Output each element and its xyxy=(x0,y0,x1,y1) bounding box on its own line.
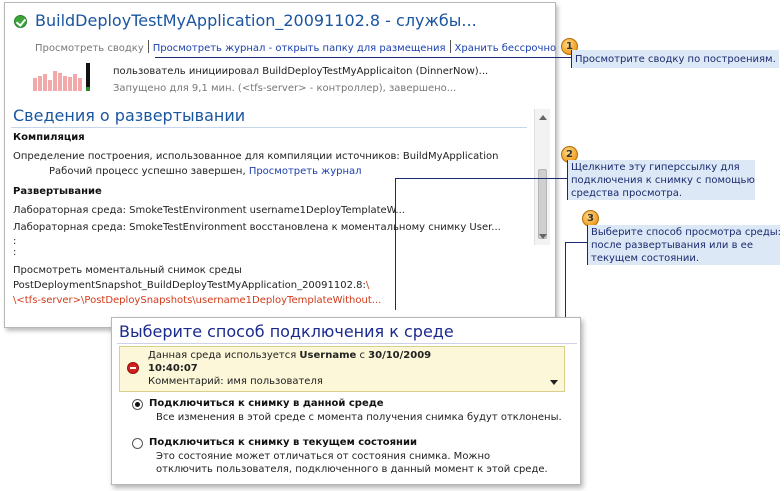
scroll-thumb[interactable] xyxy=(538,169,547,239)
callout-2-connector xyxy=(395,178,396,310)
snapshot-name-line: PostDeploymentSnapshot_BuildDeployTestMy… xyxy=(13,280,369,291)
history-bar[interactable] xyxy=(78,78,82,91)
link-separator xyxy=(449,40,451,53)
callout-2-line-2: подключения к снимку с помощью xyxy=(571,175,755,186)
warning-user: Username xyxy=(299,350,357,361)
history-bar[interactable] xyxy=(33,78,37,91)
history-bar[interactable] xyxy=(58,73,62,91)
snapshot-label: Просмотреть моментальный снимок среды xyxy=(13,265,242,276)
snapshot-path-link[interactable]: \<tfs-server>\PostDeploySnapshots\userna… xyxy=(13,295,381,306)
deploy-heading: Развертывание xyxy=(13,186,102,197)
callout-3-line-2: после развертывания или в ее xyxy=(591,240,753,251)
callout-2-line-1: Щелкните эту гиперссылку для xyxy=(571,162,740,173)
callout-3-connector xyxy=(565,242,566,320)
success-check-icon xyxy=(14,15,27,28)
history-bar-success-mark xyxy=(86,87,90,91)
scroll-down-arrow-icon[interactable] xyxy=(539,234,547,239)
warning-line-1: Данная среда используется Username с 30/… xyxy=(148,350,431,361)
snapshot-name: PostDeploymentSnapshot_BuildDeployTestMy… xyxy=(13,280,366,291)
vertical-scrollbar[interactable] xyxy=(534,109,550,245)
build-initiated-text: пользователь инициировал BuildDeployTest… xyxy=(113,66,489,77)
callout-3-line-1: Выберите способ просмотра среды: xyxy=(591,227,782,238)
ellipsis-dots: : xyxy=(13,247,17,258)
deployment-section-title: Сведения о развертывании xyxy=(13,106,246,125)
lab-environment-line-2: Лабораторная среда: SmokeTestEnvironment… xyxy=(13,222,501,233)
compile-definition-text: Определение построения, использованное д… xyxy=(13,151,499,162)
callout-3-connector xyxy=(565,242,587,243)
connect-snapshot-radio[interactable] xyxy=(132,399,143,410)
build-running-text: Запущено для 9,1 мин. (<tfs-server> - ко… xyxy=(113,83,457,94)
lab-environment-line-1: Лабораторная среда: SmokeTestEnvironment… xyxy=(13,205,405,216)
compile-heading: Компиляция xyxy=(13,132,85,143)
connect-current-state-radio[interactable] xyxy=(132,438,143,449)
keep-forever-link[interactable]: Хранить бессрочно xyxy=(455,43,557,54)
option-2-description-line-1: Это состояние может отличаться от состоя… xyxy=(156,451,491,462)
compile-result-text: Рабочий процесс успешно завершен, xyxy=(49,166,246,177)
dialog-title: Выберите способ подключения к среде xyxy=(119,322,454,341)
callout-2-line-3: средства просмотра. xyxy=(571,188,683,199)
callout-3-edge xyxy=(587,225,588,265)
compile-view-log-link[interactable]: Просмотреть журнал xyxy=(249,166,362,177)
history-bar[interactable] xyxy=(68,77,72,91)
connect-environment-dialog: Выберите способ подключения к среде Данн… xyxy=(111,317,581,485)
warning-date: 30/10/2009 xyxy=(368,350,432,361)
view-log-open-folder-link[interactable]: Просмотреть журнал - открыть папку для р… xyxy=(153,43,446,54)
build-links-row: Просмотреть сводку Просмотреть журнал - о… xyxy=(35,40,556,54)
callout-1-edge xyxy=(571,50,572,68)
option-2-title[interactable]: Подключиться к снимку в текущем состояни… xyxy=(149,437,417,448)
compile-result-line: Рабочий процесс успешно завершен, Просмо… xyxy=(49,166,362,177)
option-1-description: Все изменения в этой среде с момента пол… xyxy=(156,412,562,423)
warning-comment: Комментарий: имя пользователя xyxy=(148,376,323,387)
build-title: BuildDeployTestMyApplication_20091102.8 … xyxy=(35,11,477,30)
environment-in-use-warning[interactable]: Данная среда используется Username с 30/… xyxy=(119,346,565,392)
chevron-down-icon[interactable] xyxy=(550,380,558,385)
callout-1-connector xyxy=(563,57,571,58)
option-2-description-line-2: отключить пользователя, подключенного в … xyxy=(156,464,548,475)
callout-1-text: Просмотрите сводку по построениям. xyxy=(575,54,776,65)
option-1-title[interactable]: Подключиться к снимку в данной среде xyxy=(149,398,384,409)
stop-icon xyxy=(127,362,139,374)
link-separator xyxy=(147,40,149,53)
history-bar[interactable] xyxy=(73,74,77,91)
warning-time: 10:40:07 xyxy=(148,363,198,374)
build-details-panel: BuildDeployTestMyApplication_20091102.8 … xyxy=(4,2,556,328)
history-bar[interactable] xyxy=(43,74,47,91)
section-divider xyxy=(11,127,527,128)
scroll-up-arrow-icon[interactable] xyxy=(539,115,547,120)
callout-2-connector xyxy=(395,178,567,179)
history-bar[interactable] xyxy=(48,80,52,91)
view-summary-link[interactable]: Просмотреть сводку xyxy=(35,43,144,54)
dialog-divider xyxy=(117,343,577,344)
callout-1-connector xyxy=(155,57,563,58)
history-bar[interactable] xyxy=(63,76,67,91)
history-bar[interactable] xyxy=(38,76,42,91)
callout-3-line-3: текущем состоянии. xyxy=(591,253,700,264)
callout-2-edge xyxy=(567,160,568,200)
build-history-chart[interactable] xyxy=(33,63,97,91)
history-bar[interactable] xyxy=(53,71,57,91)
ellipsis-dots: : xyxy=(13,236,17,247)
warning-with: с xyxy=(359,350,365,361)
snapshot-path-start[interactable]: \ xyxy=(366,280,369,291)
warning-prefix: Данная среда используется xyxy=(148,350,297,361)
